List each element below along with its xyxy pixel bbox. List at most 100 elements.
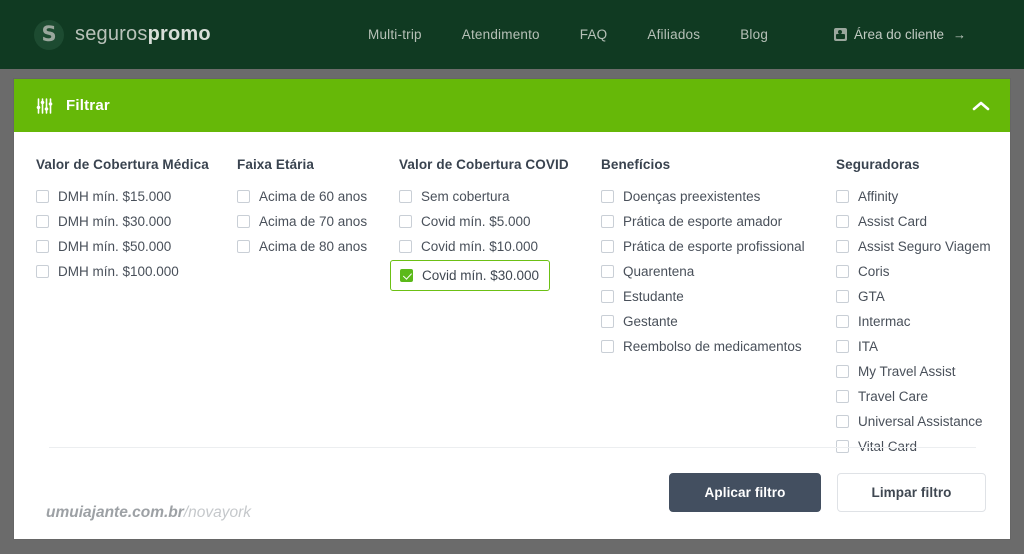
checkbox-label: Universal Assistance (858, 414, 983, 429)
nav-item-multi-trip[interactable]: Multi-trip (368, 27, 422, 42)
column-title: Benefícios (601, 157, 671, 172)
checkbox-label: Coris (858, 264, 890, 279)
checkbox-box[interactable] (836, 415, 849, 428)
checkbox-label: Sem cobertura (421, 189, 510, 204)
checkbox-box[interactable] (836, 390, 849, 403)
checkbox-box[interactable] (237, 190, 250, 203)
checkbox-option[interactable]: Acima de 80 anos (237, 234, 399, 259)
checkbox-option[interactable]: Estudante (601, 284, 836, 309)
checkbox-option[interactable]: DMH mín. $15.000 (36, 184, 237, 209)
checkbox-option[interactable]: DMH mín. $50.000 (36, 234, 237, 259)
checkbox-label: Covid mín. $30.000 (422, 268, 540, 283)
checkbox-box[interactable] (237, 240, 250, 253)
checkbox-box[interactable] (601, 190, 614, 203)
checkbox-box[interactable] (601, 240, 614, 253)
column-title: Faixa Etária (237, 157, 314, 172)
checkbox-option[interactable]: Gestante (601, 309, 836, 334)
checkbox-option[interactable]: Intermac (836, 309, 1006, 334)
checkbox-box[interactable] (399, 215, 412, 228)
checkbox-label: Covid mín. $10.000 (421, 239, 539, 254)
apply-filter-button[interactable]: Aplicar filtro (669, 473, 821, 512)
filter-bar-title: Filtrar (66, 97, 110, 114)
checkbox-box[interactable] (836, 190, 849, 203)
checkbox-box[interactable] (836, 315, 849, 328)
checkbox-label: DMH mín. $30.000 (58, 214, 172, 229)
filter-bar-header[interactable]: Filtrar (14, 79, 1010, 132)
checkbox-label: Prática de esporte profissional (623, 239, 805, 254)
checkbox-label: Estudante (623, 289, 684, 304)
checkbox-label: GTA (858, 289, 885, 304)
checkbox-option[interactable]: ITA (836, 334, 1006, 359)
checkbox-option[interactable]: Quarentena (601, 259, 836, 284)
checkbox-box[interactable] (836, 290, 849, 303)
column-title: Valor de Cobertura COVID (399, 157, 569, 172)
checkbox-box[interactable] (601, 265, 614, 278)
checkbox-option[interactable]: Acima de 60 anos (237, 184, 399, 209)
checkbox-option-selected[interactable]: Covid mín. $30.000 (390, 260, 551, 291)
main-navigation: Multi-trip Atendimento FAQ Afiliados Blo… (368, 0, 768, 69)
checkbox-label: Intermac (858, 314, 911, 329)
screenshot-root: S segurospromo Multi-trip Atendimento FA… (0, 0, 1024, 554)
footer-divider (49, 447, 976, 448)
checkbox-option[interactable]: Covid mín. $10.000 (399, 234, 601, 259)
checkbox-option[interactable]: DMH mín. $30.000 (36, 209, 237, 234)
checkbox-box[interactable] (836, 340, 849, 353)
filter-column-faixa-etaria: Faixa Etária Acima de 60 anos Acima de 7… (237, 157, 399, 459)
column-title: Valor de Cobertura Médica (36, 157, 209, 172)
nav-item-faq[interactable]: FAQ (580, 27, 608, 42)
checkbox-box[interactable] (836, 215, 849, 228)
checkbox-box[interactable] (36, 240, 49, 253)
checkbox-option[interactable]: Covid mín. $5.000 (399, 209, 601, 234)
checkbox-option[interactable]: My Travel Assist (836, 359, 1006, 384)
checkbox-option[interactable]: Assist Seguro Viagem (836, 234, 1006, 259)
checkbox-box[interactable] (601, 315, 614, 328)
checkbox-option[interactable]: Sem cobertura (399, 184, 601, 209)
checkbox-label: Covid mín. $5.000 (421, 214, 531, 229)
filter-actions: Aplicar filtro Limpar filtro (669, 473, 986, 512)
checkbox-option[interactable]: Prática de esporte amador (601, 209, 836, 234)
checkbox-option[interactable]: GTA (836, 284, 1006, 309)
nav-item-afiliados[interactable]: Afiliados (647, 27, 700, 42)
checkbox-box[interactable] (836, 365, 849, 378)
checkbox-box-checked[interactable] (400, 269, 413, 282)
checkbox-option[interactable]: Prática de esporte profissional (601, 234, 836, 259)
logo-s-glyph: S (41, 22, 57, 46)
checkbox-option[interactable]: Coris (836, 259, 1006, 284)
checkbox-box[interactable] (836, 240, 849, 253)
checkbox-option[interactable]: Reembolso de medicamentos (601, 334, 836, 359)
checkbox-box[interactable] (601, 290, 614, 303)
checkbox-box[interactable] (36, 215, 49, 228)
filter-column-valor-cobertura-covid: Valor de Cobertura COVID Sem cobertura C… (390, 157, 601, 459)
clear-filter-button[interactable]: Limpar filtro (837, 473, 986, 512)
checkbox-label: Acima de 80 anos (259, 239, 368, 254)
checkbox-label: Assist Card (858, 214, 928, 229)
brand-logo-link[interactable]: S segurospromo (34, 19, 211, 50)
checkbox-option[interactable]: Affinity (836, 184, 1006, 209)
checkbox-option[interactable]: Travel Care (836, 384, 1006, 409)
nav-item-blog[interactable]: Blog (740, 27, 768, 42)
checkbox-box[interactable] (36, 265, 49, 278)
checkbox-box[interactable] (399, 190, 412, 203)
checkbox-box[interactable] (836, 265, 849, 278)
checkbox-label: Affinity (858, 189, 899, 204)
client-area-label: Área do cliente (853, 27, 944, 42)
checkbox-option[interactable]: Universal Assistance (836, 409, 1006, 434)
checkbox-option[interactable]: Acima de 70 anos (237, 209, 399, 234)
checkbox-box[interactable] (399, 240, 412, 253)
nav-item-atendimento[interactable]: Atendimento (462, 27, 540, 42)
checkbox-box[interactable] (601, 215, 614, 228)
chevron-up-icon[interactable] (972, 100, 990, 112)
watermark-domain: umuiajante.com.br (46, 504, 184, 521)
checkbox-label: Travel Care (858, 389, 929, 404)
checkbox-label: Assist Seguro Viagem (858, 239, 991, 254)
checkbox-option[interactable]: Assist Card (836, 209, 1006, 234)
client-area-link[interactable]: Área do cliente → (833, 0, 966, 69)
checkbox-box[interactable] (601, 340, 614, 353)
checkbox-box[interactable] (237, 215, 250, 228)
checkbox-label: ITA (858, 339, 878, 354)
seguros-promo-s-logo-icon: S (34, 19, 64, 50)
checkbox-option[interactable]: Doenças preexistentes (601, 184, 836, 209)
checkbox-option[interactable]: DMH mín. $100.000 (36, 259, 237, 284)
checkbox-label: Acima de 60 anos (259, 189, 368, 204)
checkbox-box[interactable] (36, 190, 49, 203)
